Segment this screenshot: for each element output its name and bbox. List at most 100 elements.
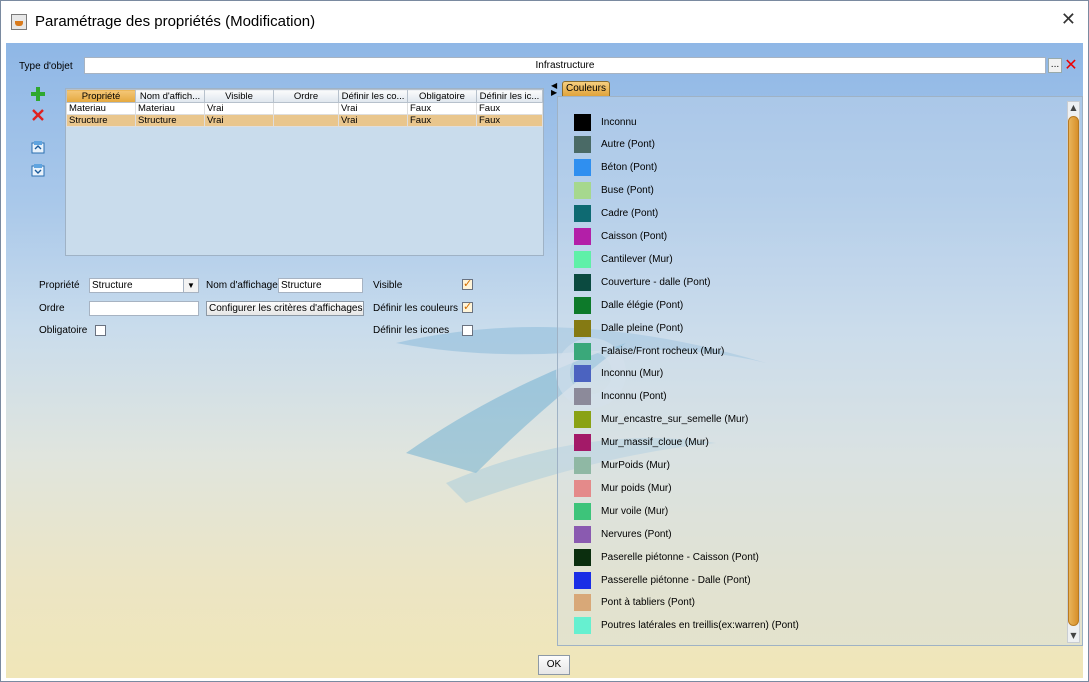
table-cell[interactable]: Materiau — [66, 102, 136, 115]
color-swatch[interactable] — [574, 502, 591, 520]
color-list-item[interactable]: Mur_massif_cloue (Mur) — [574, 434, 709, 452]
column-header[interactable]: Propriété — [66, 89, 136, 103]
color-label: Couverture - dalle (Pont) — [601, 276, 711, 288]
table-cell[interactable] — [273, 114, 339, 127]
colors-scrollbar[interactable]: ▲ ▼ — [1067, 101, 1080, 643]
table-cell[interactable]: Faux — [476, 114, 543, 127]
table-cell[interactable]: Faux — [407, 102, 477, 115]
color-swatch[interactable] — [574, 434, 591, 452]
color-list-item[interactable]: Falaise/Front rocheux (Mur) — [574, 342, 724, 360]
column-header[interactable]: Visible — [204, 89, 274, 103]
table-cell[interactable]: Vrai — [338, 114, 408, 127]
table-cell[interactable]: Faux — [476, 102, 543, 115]
color-list-item[interactable]: Passerelle piétonne - Dalle (Pont) — [574, 571, 751, 589]
add-icon[interactable] — [30, 86, 46, 102]
column-header[interactable]: Définir les ic... — [476, 89, 543, 103]
color-list-item[interactable]: Mur voile (Mur) — [574, 502, 668, 520]
color-list-item[interactable]: Inconnu (Pont) — [574, 388, 667, 406]
color-list-item[interactable]: Béton (Pont) — [574, 159, 657, 177]
table-cell[interactable]: Materiau — [135, 102, 205, 115]
color-swatch[interactable] — [574, 594, 591, 612]
table-row[interactable]: Structure Structure Vrai Vrai Faux Faux — [66, 114, 543, 127]
table-cell[interactable]: Vrai — [338, 102, 408, 115]
color-list-item[interactable]: Cadre (Pont) — [574, 205, 658, 223]
definir-couleurs-checkbox[interactable]: ✓ — [462, 301, 473, 313]
table-cell[interactable] — [273, 102, 339, 115]
color-swatch[interactable] — [574, 136, 591, 154]
color-list-item[interactable]: Mur_encastre_sur_semelle (Mur) — [574, 411, 748, 429]
color-list-item[interactable]: Nervures (Pont) — [574, 525, 672, 543]
color-list-item[interactable]: Dalle élégie (Pont) — [574, 296, 683, 314]
column-header[interactable]: Ordre — [273, 89, 339, 103]
color-label: Dalle élégie (Pont) — [601, 299, 684, 311]
color-swatch[interactable] — [574, 479, 591, 497]
move-down-icon[interactable] — [30, 162, 46, 178]
color-list-item[interactable]: Pont à tabliers (Pont) — [574, 594, 695, 612]
color-swatch[interactable] — [574, 388, 591, 406]
nom-affichage-field[interactable]: Structure — [278, 278, 363, 293]
color-list-item[interactable]: Cantilever (Mur) — [574, 250, 673, 268]
clear-type-icon[interactable]: ✕ — [1064, 57, 1078, 73]
color-swatch[interactable] — [574, 342, 591, 360]
ordre-field[interactable] — [89, 301, 199, 316]
color-list-item[interactable]: Inconnu — [574, 113, 637, 131]
color-list-item[interactable]: Paserelle piétonne - Caisson (Pont) — [574, 548, 759, 566]
color-list-item[interactable]: Inconnu (Mur) — [574, 365, 663, 383]
color-list-item[interactable]: Autre (Pont) — [574, 136, 655, 154]
table-row[interactable]: Materiau Materiau Vrai Vrai Faux Faux — [66, 102, 543, 115]
move-up-icon[interactable] — [30, 139, 46, 155]
color-swatch[interactable] — [574, 273, 591, 291]
color-swatch[interactable] — [574, 617, 591, 635]
color-swatch[interactable] — [574, 296, 591, 314]
close-icon[interactable]: ✕ — [1061, 9, 1076, 30]
properties-table[interactable]: Propriété Nom d'affich... Visible Ordre Défi… — [65, 88, 544, 256]
color-list-item[interactable]: Buse (Pont) — [574, 182, 654, 200]
tab-couleurs[interactable]: Couleurs — [562, 81, 610, 96]
color-list-item[interactable]: Caisson (Pont) — [574, 228, 667, 246]
visible-checkbox[interactable]: ✓ — [462, 278, 473, 290]
color-label: Dalle pleine (Pont) — [601, 322, 684, 334]
chevron-down-icon[interactable]: ▼ — [183, 279, 198, 292]
panel-collapse-arrows[interactable]: ◀ ▶ — [551, 82, 557, 97]
column-header[interactable]: Obligatoire — [407, 89, 477, 103]
color-list-item[interactable]: Poutres latérales en treillis(ex:warren)… — [574, 617, 799, 635]
color-swatch[interactable] — [574, 228, 591, 245]
type-objet-field[interactable]: Infrastructure — [84, 57, 1046, 74]
table-cell[interactable]: Vrai — [204, 102, 274, 115]
scroll-thumb[interactable] — [1068, 116, 1079, 626]
color-list-item[interactable]: Couverture - dalle (Pont) — [574, 273, 711, 291]
color-swatch[interactable] — [574, 319, 591, 337]
ok-button[interactable]: OK — [538, 655, 570, 675]
propriete-select[interactable]: Structure ▼ — [89, 278, 199, 293]
color-label: Passerelle piétonne - Dalle (Pont) — [601, 574, 751, 586]
browse-button[interactable]: ... — [1048, 58, 1062, 73]
color-swatch[interactable] — [574, 525, 591, 543]
column-header[interactable]: Nom d'affich... — [135, 89, 205, 103]
color-swatch[interactable] — [574, 457, 591, 474]
configurer-criteres-button[interactable]: Configurer les critères d'affichages — [206, 301, 364, 316]
table-cell[interactable]: Vrai — [204, 114, 274, 127]
color-swatch[interactable] — [574, 571, 591, 589]
scroll-down-icon[interactable]: ▼ — [1068, 630, 1079, 642]
color-swatch[interactable] — [574, 250, 591, 268]
color-list-item[interactable]: Dalle pleine (Pont) — [574, 319, 683, 337]
definir-icones-checkbox[interactable] — [462, 325, 473, 336]
color-swatch[interactable] — [574, 159, 591, 177]
color-swatch[interactable] — [574, 182, 591, 200]
color-swatch[interactable] — [574, 548, 591, 566]
table-cell[interactable]: Faux — [407, 114, 477, 127]
scroll-up-icon[interactable]: ▲ — [1068, 102, 1079, 114]
color-label: Mur_massif_cloue (Mur) — [601, 437, 709, 449]
column-header[interactable]: Définir les co... — [338, 89, 408, 103]
dialog-content: Type d'objet Infrastructure ... ✕ Propri… — [6, 43, 1083, 678]
color-list-item[interactable]: MurPoids (Mur) — [574, 457, 670, 475]
table-cell[interactable]: Structure — [135, 114, 205, 127]
color-swatch[interactable] — [574, 411, 591, 429]
obligatoire-checkbox[interactable] — [95, 325, 106, 336]
delete-icon[interactable] — [30, 107, 46, 123]
color-list-item[interactable]: Mur poids (Mur) — [574, 479, 672, 497]
color-swatch[interactable] — [574, 205, 591, 223]
table-cell[interactable]: Structure — [66, 114, 136, 127]
color-swatch[interactable] — [574, 113, 591, 131]
color-swatch[interactable] — [574, 365, 591, 383]
